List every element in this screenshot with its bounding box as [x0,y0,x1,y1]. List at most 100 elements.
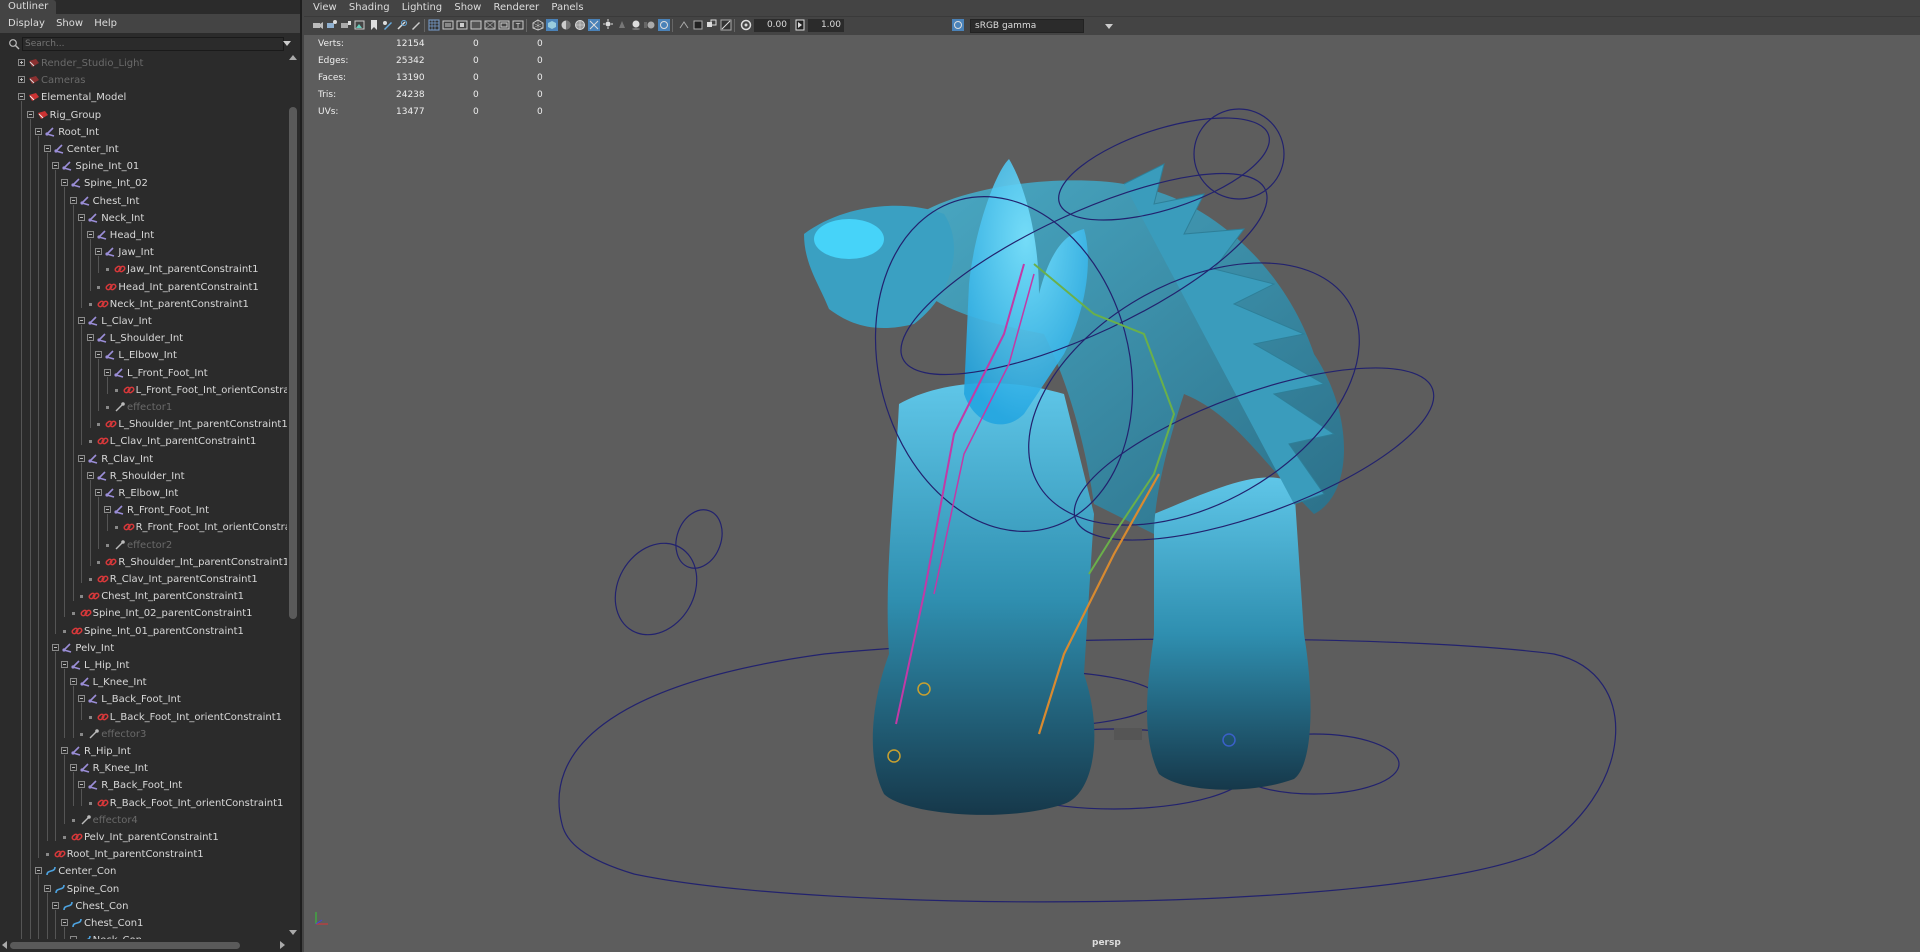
safe-action-icon[interactable] [498,19,510,31]
search-input[interactable] [22,37,284,51]
shadows-icon[interactable] [616,19,628,31]
scroll-down-arrow-icon[interactable] [289,930,297,935]
gamma-icon[interactable] [794,19,806,31]
view-transform-dropdown[interactable]: sRGB gamma [970,19,1084,33]
outliner-item[interactable]: L_Front_Foot_Int [0,365,287,382]
safe-title-icon[interactable]: T [512,19,524,31]
outliner-item[interactable]: Root_Int_parentConstraint1 [0,846,287,863]
expand-icon[interactable] [18,59,25,66]
collapse-icon[interactable] [52,162,60,169]
outliner-item[interactable]: R_Shoulder_Int_parentConstraint1 [0,554,287,571]
film-gate-icon[interactable] [442,19,454,31]
outliner-item[interactable]: Center_Int [0,141,287,158]
multisample-aa-icon[interactable] [658,19,670,31]
collapse-icon[interactable] [61,747,68,754]
use-all-lights-icon[interactable] [602,19,614,31]
exposure-field[interactable]: 0.00 [754,19,790,32]
collapse-icon[interactable] [69,197,77,204]
outliner-item[interactable]: Neck_Int_parentConstraint1 [0,296,287,313]
collapse-icon[interactable] [61,919,68,926]
collapse-icon[interactable] [52,902,60,909]
menu-panels[interactable]: Panels [542,0,583,16]
collapse-icon[interactable] [61,661,68,668]
scroll-right-arrow-icon[interactable] [280,941,285,949]
outliner-item[interactable]: Elemental_Model [0,89,287,106]
collapse-icon[interactable] [104,369,111,376]
collapse-icon[interactable] [86,334,94,341]
outliner-item[interactable]: Center_Con [0,863,287,880]
expand-icon[interactable] [18,76,25,83]
collapse-icon[interactable] [78,695,86,702]
grease-pen-icon[interactable] [410,19,422,31]
outliner-item[interactable]: effector2 [0,537,287,554]
gate-mask-icon[interactable] [470,19,482,31]
collapse-icon[interactable] [78,317,86,324]
resolution-gate-icon[interactable] [456,19,468,31]
outliner-item[interactable]: R_Knee_Int [0,760,287,777]
menu-show[interactable]: Show [48,14,83,33]
outliner-item[interactable]: R_Front_Foot_Int [0,502,287,519]
outliner-item[interactable]: L_Knee_Int [0,674,287,691]
menu-help[interactable]: Help [86,14,117,33]
outliner-item[interactable]: Root_Int [0,124,287,141]
collapse-icon[interactable] [95,248,103,255]
outliner-tab[interactable]: Outliner [0,0,57,14]
outliner-item[interactable]: L_Clav_Int_parentConstraint1 [0,433,287,450]
outliner-item[interactable]: effector1 [0,399,287,416]
collapse-icon[interactable] [86,231,94,238]
wireframe-icon[interactable] [532,19,544,31]
field-chart-icon[interactable] [484,19,496,31]
collapse-icon[interactable] [43,145,51,152]
collapse-icon[interactable] [104,506,111,513]
scroll-left-arrow-icon[interactable] [2,941,7,949]
scene-model[interactable] [304,34,1920,934]
search-options-arrow-icon[interactable] [283,41,291,46]
collapse-icon[interactable] [69,764,77,771]
collapse-icon[interactable] [78,214,86,221]
outliner-item[interactable]: Head_Int_parentConstraint1 [0,279,287,296]
outliner-item[interactable]: Spine_Int_02 [0,175,287,192]
outliner-item[interactable]: L_Back_Foot_Int_orientConstraint1 [0,709,287,726]
outliner-item[interactable]: Pelv_Int_parentConstraint1 [0,829,287,846]
collapse-icon[interactable] [78,455,86,462]
collapse-icon[interactable] [35,867,43,874]
pole-vector-control[interactable] [599,528,713,649]
collapse-icon[interactable] [52,644,60,651]
default-material-icon[interactable] [560,19,572,31]
outliner-item[interactable]: R_Clav_Int [0,451,287,468]
collapse-icon[interactable] [61,179,68,186]
collapse-icon[interactable] [69,936,77,939]
outliner-item[interactable]: Spine_Int_01_parentConstraint1 [0,623,287,640]
outliner-item[interactable]: Neck_Con [0,932,287,939]
outliner-item[interactable]: Jaw_Int [0,244,287,261]
collapse-icon[interactable] [86,472,94,479]
outliner-item[interactable]: Spine_Int_01 [0,158,287,175]
outliner-item[interactable]: Cameras [0,72,287,89]
menu-view[interactable]: View [304,0,337,16]
isolate-select-icon[interactable] [692,19,704,31]
collapse-icon[interactable] [95,351,103,358]
outliner-vertical-scrollbar[interactable] [288,55,298,939]
outliner-item[interactable]: Chest_Con1 [0,915,287,932]
scroll-up-arrow-icon[interactable] [289,55,297,60]
outliner-item[interactable]: Spine_Con [0,881,287,898]
outliner-item[interactable]: Head_Int [0,227,287,244]
depth-of-field-icon[interactable] [678,19,690,31]
outliner-item[interactable]: R_Front_Foot_Int_orientConstraint1 [0,519,287,536]
outliner-item[interactable]: effector4 [0,812,287,829]
xray-joints-icon[interactable] [706,19,718,31]
outliner-item[interactable]: R_Back_Foot_Int [0,777,287,794]
outliner-item[interactable]: Render_Studio_Light [0,55,287,72]
collapse-icon[interactable] [95,489,103,496]
outliner-item[interactable]: Neck_Int [0,210,287,227]
outliner-item[interactable]: L_Front_Foot_Int_orientConstraint1 [0,382,287,399]
outliner-item[interactable]: L_Shoulder_Int [0,330,287,347]
grease-pencil-icon[interactable] [382,19,394,31]
outliner-item[interactable]: L_Hip_Int [0,657,287,674]
outliner-item[interactable]: L_Clav_Int [0,313,287,330]
effector-handle[interactable] [1114,728,1142,740]
collapse-icon[interactable] [18,93,25,100]
xray-icon[interactable] [588,19,600,31]
bookmark-icon[interactable] [368,19,380,31]
collapse-icon[interactable] [78,781,86,788]
